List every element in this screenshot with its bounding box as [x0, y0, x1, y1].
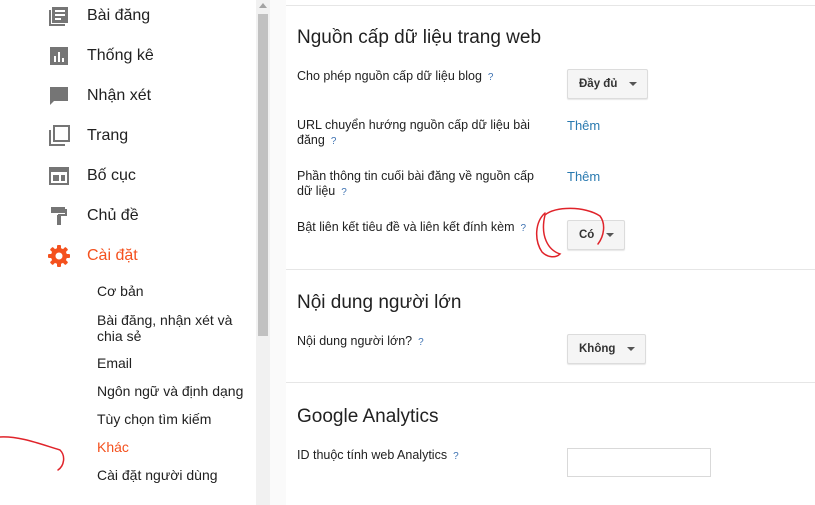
- stats-icon: [48, 45, 70, 67]
- subnav-search-preferences[interactable]: Tùy chọn tìm kiếm: [97, 411, 255, 427]
- sidebar: Bài đăng Thống kê Nhận xét Trang Bố cục …: [0, 0, 256, 505]
- pages-icon: [48, 125, 70, 147]
- analytics-property-id-input[interactable]: [567, 448, 711, 477]
- sidebar-item-posts[interactable]: Bài đăng: [0, 0, 256, 36]
- setting-label: Bật liên kết tiêu đề và liên kết đính kè…: [297, 220, 567, 236]
- section-divider: [286, 269, 815, 270]
- dropdown-value: Đầy đủ: [579, 78, 618, 90]
- sidebar-item-settings[interactable]: Cài đặt: [0, 236, 256, 276]
- setting-label-text: ID thuộc tính web Analytics: [297, 448, 448, 462]
- subnav-language-formatting[interactable]: Ngôn ngữ và định dạng: [97, 383, 255, 399]
- layout-icon: [48, 165, 70, 187]
- setting-label-text: Nội dung người lớn?: [297, 334, 413, 348]
- sidebar-item-layout[interactable]: Bố cục: [0, 156, 256, 196]
- section-title-site-feed: Nguồn cấp dữ liệu trang web: [297, 27, 542, 48]
- sidebar-item-label: Thống kê: [87, 47, 154, 64]
- sidebar-item-theme[interactable]: Chủ đề: [0, 196, 256, 236]
- section-title-google-analytics: Google Analytics: [297, 406, 439, 427]
- setting-label: Nội dung người lớn??: [297, 334, 552, 350]
- comments-icon: [48, 85, 70, 107]
- setting-label-text: Phần thông tin cuối bài đăng về nguồn cấ…: [297, 169, 534, 198]
- help-icon[interactable]: ?: [521, 221, 527, 236]
- setting-label: Cho phép nguồn cấp dữ liệu blog?: [297, 69, 552, 85]
- section-divider: [286, 382, 815, 383]
- sidebar-item-label: Trang: [87, 127, 129, 144]
- gear-icon: [48, 245, 70, 267]
- sidebar-item-label: Cài đặt: [87, 247, 138, 264]
- setting-label-text: Bật liên kết tiêu đề và liên kết đính kè…: [297, 220, 515, 234]
- help-icon[interactable]: ?: [488, 70, 494, 85]
- caret-down-icon: [606, 233, 615, 237]
- settings-main: Nguồn cấp dữ liệu trang web Cho phép ngu…: [270, 0, 815, 505]
- add-post-feed-footer-link[interactable]: Thêm: [567, 169, 600, 184]
- sidebar-item-label: Chủ đề: [87, 207, 139, 224]
- section-title-adult-content: Nội dung người lớn: [297, 292, 462, 313]
- setting-label-text: Cho phép nguồn cấp dữ liệu blog: [297, 69, 482, 83]
- add-feed-redirect-link[interactable]: Thêm: [567, 118, 600, 133]
- sidebar-item-comments[interactable]: Nhận xét: [0, 76, 256, 116]
- subnav-basic[interactable]: Cơ bản: [97, 283, 255, 299]
- setting-label: URL chuyển hướng nguồn cấp dữ liệu bài đ…: [297, 118, 552, 149]
- divider: [286, 5, 815, 6]
- subnav-other[interactable]: Khác: [97, 439, 255, 455]
- scroll-thumb[interactable]: [258, 14, 268, 336]
- scroll-up-arrow-icon[interactable]: [259, 3, 267, 8]
- subnav-user-settings[interactable]: Cài đặt người dùng: [97, 467, 255, 483]
- sidebar-item-label: Nhận xét: [87, 87, 152, 104]
- setting-label: Phần thông tin cuối bài đăng về nguồn cấ…: [297, 169, 552, 200]
- scrollbar[interactable]: [256, 0, 270, 505]
- allow-blog-feed-dropdown[interactable]: Đầy đủ: [567, 69, 649, 99]
- posts-icon: [48, 5, 70, 27]
- sidebar-item-label: Bài đăng: [87, 7, 151, 24]
- help-icon[interactable]: ?: [341, 185, 347, 200]
- help-icon[interactable]: ?: [331, 134, 337, 149]
- subnav-email[interactable]: Email: [97, 355, 255, 371]
- caret-down-icon: [627, 347, 636, 351]
- caret-down-icon: [629, 82, 638, 86]
- sidebar-item-stats[interactable]: Thống kê: [0, 36, 256, 76]
- setting-label: ID thuộc tính web Analytics?: [297, 448, 552, 464]
- dropdown-value: Có: [579, 229, 595, 241]
- help-icon[interactable]: ?: [453, 449, 459, 464]
- subnav-posts-comments-sharing[interactable]: Bài đăng, nhận xét và chia sẻ: [97, 312, 255, 344]
- dropdown-value: Không: [579, 343, 616, 355]
- theme-icon: [48, 205, 70, 227]
- sidebar-item-pages[interactable]: Trang: [0, 116, 256, 156]
- adult-content-dropdown[interactable]: Không: [567, 334, 647, 364]
- title-links-enclosure-dropdown[interactable]: Có: [567, 220, 626, 250]
- sidebar-item-label: Bố cục: [87, 167, 136, 184]
- help-icon[interactable]: ?: [418, 335, 424, 350]
